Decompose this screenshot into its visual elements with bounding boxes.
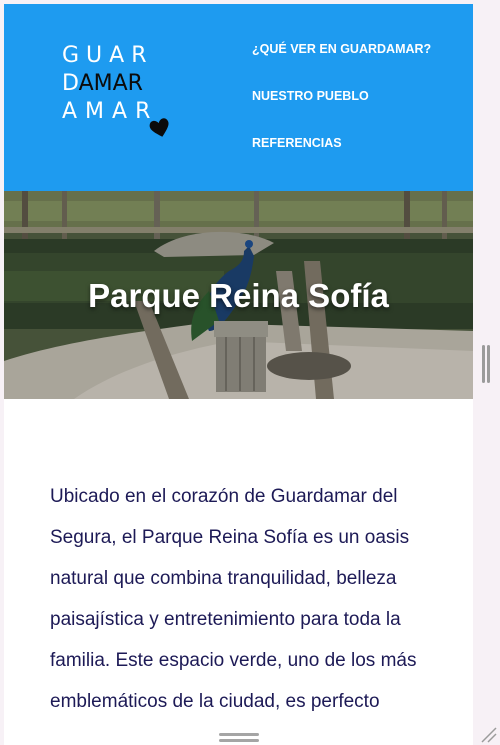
- resize-corner-icon[interactable]: [478, 724, 498, 744]
- logo-line-1: GUAR: [62, 43, 154, 68]
- logo-line-3: AMAR: [62, 99, 159, 124]
- hero-title: Parque Reina Sofía: [88, 277, 389, 314]
- nav-item-referencias[interactable]: REFERENCIAS: [252, 136, 342, 150]
- logo-line-2-rest: AMAR: [78, 71, 143, 96]
- site-header: GUAR DAMAR AMAR ¿QUÉ VER EN GUARDAMAR? N…: [4, 4, 473, 191]
- heart-icon: [149, 118, 169, 137]
- bottom-resize-handle[interactable]: [219, 733, 259, 743]
- side-resize-handle[interactable]: [482, 345, 490, 383]
- site-logo[interactable]: GUAR DAMAR AMAR: [62, 44, 182, 144]
- nav-item-nuestro-pueblo[interactable]: NUESTRO PUEBLO: [252, 89, 369, 103]
- hero-banner: Parque Reina Sofía: [4, 191, 473, 399]
- logo-line-2-prefix: D: [62, 71, 79, 96]
- logo-line-2: DAMAR: [62, 72, 143, 96]
- nav-item-que-ver[interactable]: ¿QUÉ VER EN GUARDAMAR?: [252, 42, 431, 56]
- article-paragraph: Ubicado en el corazón de Guardamar del S…: [50, 486, 417, 712]
- page-viewport: GUAR DAMAR AMAR ¿QUÉ VER EN GUARDAMAR? N…: [4, 4, 473, 745]
